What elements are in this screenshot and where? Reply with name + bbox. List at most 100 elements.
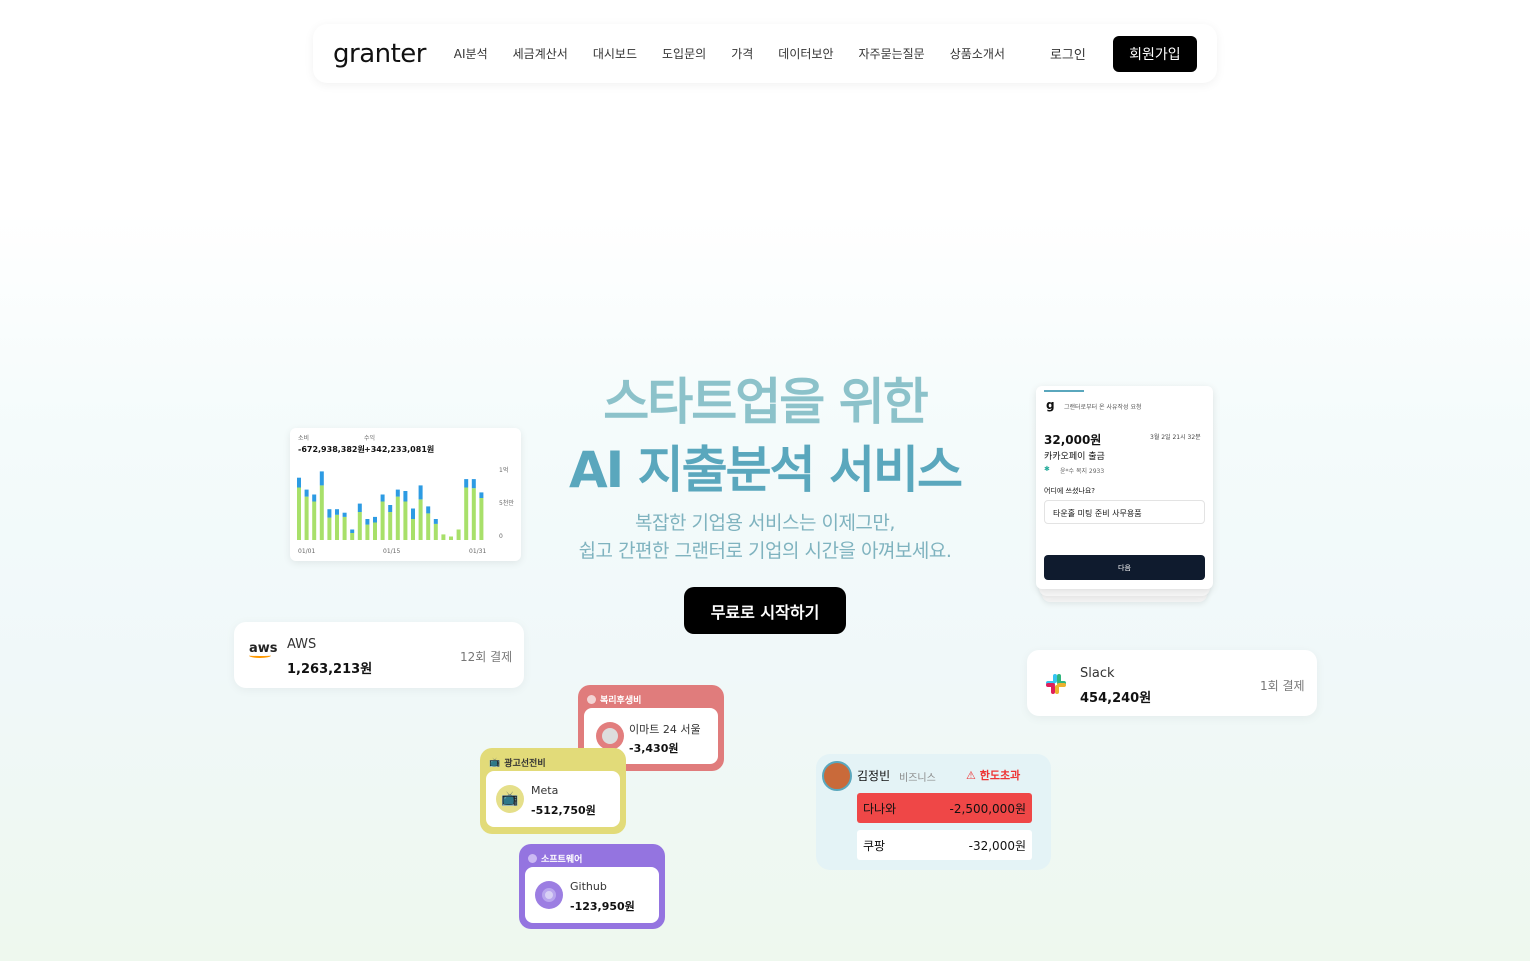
request-user: 윤*수 복지 2933 [1060, 468, 1105, 475]
bar-green [403, 501, 408, 540]
bar-blue [388, 505, 393, 512]
start-free-button[interactable]: 무료로 시작하기 [684, 587, 846, 634]
bar-green [449, 536, 453, 540]
slack-logo-icon [1046, 674, 1066, 694]
nav-item-faq[interactable]: 자주묻는질문 [858, 45, 924, 62]
bar-green [441, 534, 446, 540]
request-header: 그랜터로부터 온 사유작성 요청 [1064, 404, 1142, 411]
bar-blue [403, 491, 408, 502]
category-title: 소프트웨어 [528, 852, 582, 865]
reason-request-front: g 그랜터로부터 온 사유작성 요청 32,000원 3월 2일 21시 32분… [1036, 386, 1213, 589]
avatar [822, 761, 852, 791]
merchant-amount: -123,950원 [570, 900, 635, 913]
category-card-ads: 📺 광고선전비 📺 Meta -512,750원 [480, 748, 626, 834]
row-merchant: 다나와 [863, 801, 897, 816]
logo[interactable]: granter [333, 39, 454, 69]
reason-input[interactable]: 타운홀 미팅 준비 사무용품 [1044, 500, 1205, 524]
request-amount: 32,000원 [1044, 433, 1102, 447]
bar-blue [373, 516, 377, 523]
warning-icon: ⚠ [966, 769, 976, 782]
slack-name: Slack [1080, 666, 1115, 681]
employee-dept: 비즈니스 [899, 773, 936, 784]
bar-green [373, 522, 377, 540]
bar-green [479, 498, 484, 540]
slack-payment-card: Slack 454,240원 1회 결제 [1027, 650, 1317, 716]
hero-title-line2: AI 지출분석 서비스 [568, 441, 963, 499]
request-date: 3월 2일 21시 32분 [1150, 434, 1201, 441]
nav-item-dashboard[interactable]: 대시보드 [593, 45, 637, 62]
bar-blue [350, 529, 355, 533]
disc-icon [528, 854, 537, 863]
request-merchant: 카카오페이 출금 [1044, 452, 1105, 462]
bar-blue [319, 471, 324, 486]
hero-subtitle-line1: 복잡한 기업용 서비스는 이제그만, [635, 512, 895, 534]
bar-blue [395, 489, 400, 497]
bar-green [335, 514, 339, 540]
aws-payment-card: aws AWS 1,263,213원 12회 결제 [234, 622, 524, 688]
nav-item-tax-invoice[interactable]: 세금계산서 [513, 45, 568, 62]
merchant-name: Meta [531, 784, 559, 797]
slack-amount: 454,240원 [1080, 691, 1152, 706]
bar-green [365, 524, 370, 540]
bar-green [319, 485, 324, 540]
nav-item-security[interactable]: 데이터보안 [778, 45, 833, 62]
bar-blue [357, 503, 362, 512]
bar-blue [327, 509, 332, 518]
merchant-amount: -512,750원 [531, 804, 596, 817]
aws-logo-icon: aws [249, 641, 278, 658]
bar-blue [380, 494, 385, 502]
employee-name: 김정빈 [857, 769, 891, 783]
category-title: 📺 광고선전비 [489, 757, 546, 770]
user-icon: ✱ [1044, 465, 1050, 473]
bar-green [357, 512, 362, 540]
nav-item-brochure[interactable]: 상품소개서 [950, 45, 1005, 62]
bar-blue [411, 508, 415, 519]
bar-blue [479, 492, 484, 498]
next-button[interactable]: 다음 [1044, 555, 1205, 580]
nav-item-ai-analysis[interactable]: AI분석 [454, 45, 488, 62]
row-amount: -32,000원 [968, 838, 1026, 853]
nav-menu: AI분석 세금계산서 대시보드 도입문의 가격 데이터보안 자주묻는질문 상품소… [454, 45, 1030, 62]
login-link[interactable]: 로그인 [1050, 44, 1086, 63]
transaction-row-danawa[interactable]: 다나와 -2,500,000원 [857, 793, 1032, 823]
transaction-row-coupang[interactable]: 쿠팡 -32,000원 [857, 830, 1032, 860]
aws-name: AWS [287, 637, 317, 652]
nav-item-pricing[interactable]: 가격 [731, 45, 753, 62]
bar-green [411, 519, 415, 540]
aws-count: 12회 결제 [460, 650, 513, 664]
bar-blue [312, 494, 317, 502]
merchant-name: 이마트 24 서울 [629, 723, 701, 736]
aws-amount: 1,263,213원 [287, 662, 373, 677]
limit-exceeded-card: 김정빈 비즈니스 ⚠ 한도초과 다나와 -2,500,000원 쿠팡 -32,0… [816, 754, 1051, 870]
bar-blue [304, 489, 309, 497]
question-label: 어디에 쓰셨나요? [1044, 487, 1096, 495]
signup-button[interactable]: 회원가입 [1112, 35, 1197, 72]
limit-alert: ⚠ 한도초과 [966, 769, 1021, 782]
slack-count: 1회 결제 [1260, 679, 1305, 693]
bar-blue [464, 479, 469, 488]
bar-green [464, 487, 469, 540]
welfare-icon [587, 695, 596, 704]
top-nav: granter AI분석 세금계산서 대시보드 도입문의 가격 데이터보안 자주… [313, 24, 1217, 83]
bar-green [471, 488, 476, 540]
bar-green [418, 499, 423, 540]
hero-subtitle: 복잡한 기업용 서비스는 이제그만, 쉽고 간편한 그랜터로 기업의 시간을 아… [0, 509, 1530, 565]
category-card-software: 소프트웨어 Github -123,950원 [519, 844, 665, 929]
merchant-amount: -3,430원 [629, 742, 679, 755]
bar-blue [418, 485, 423, 500]
hero-title-line1: 스타트업을 위한 [603, 373, 928, 431]
bar-blue [433, 519, 438, 524]
bar-green [426, 513, 431, 540]
expense-chart-card: 소비 -672,938,382원 수익 +342,233,081원 1억 5천만… [290, 428, 521, 561]
progress-bar [1044, 390, 1084, 392]
nav-item-inquiry[interactable]: 도입문의 [662, 45, 706, 62]
bar-blue [342, 512, 347, 517]
bar-chart [297, 471, 484, 540]
bar-blue [335, 509, 339, 515]
bar-green [304, 496, 309, 540]
bar-green [433, 523, 438, 540]
reason-request-card: g 그랜터로부터 온 사유작성 요청 32,000원 3월 2일 21시 32분… [1036, 386, 1213, 602]
bar-green [388, 512, 393, 540]
bar-green [327, 517, 332, 540]
bar-green [395, 496, 400, 540]
